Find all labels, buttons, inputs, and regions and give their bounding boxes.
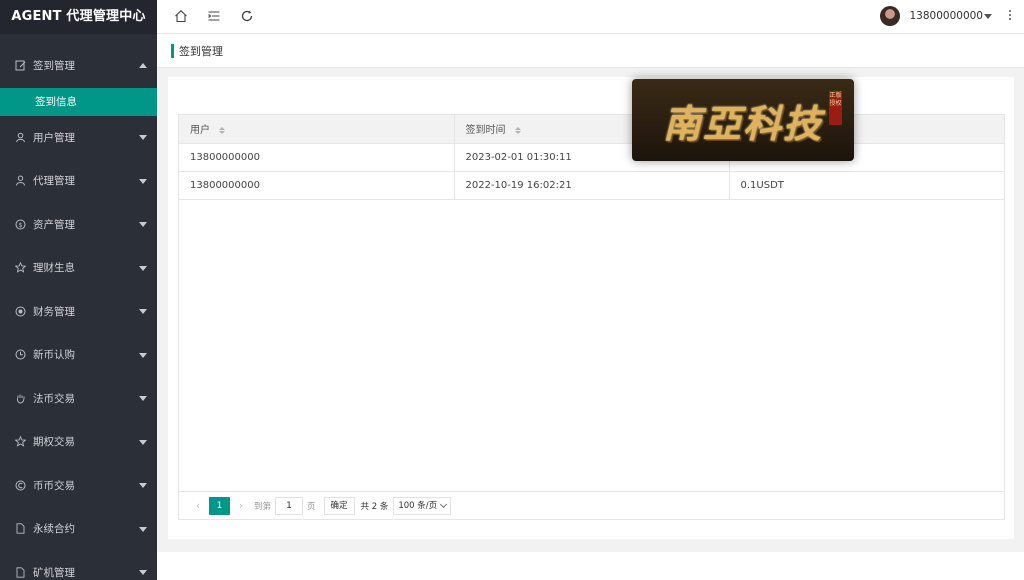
footer-strip	[157, 552, 1024, 580]
cell-user: 13800000000	[179, 171, 455, 200]
chevron-down-icon	[139, 396, 147, 402]
sidebar-item-label: 代理管理	[33, 175, 75, 188]
chevron-down-icon	[440, 500, 448, 508]
avatar	[879, 6, 900, 26]
page-size-value: 100 条/页	[398, 500, 438, 511]
sidebar-item-label: 用户管理	[33, 131, 75, 144]
chevron-down-icon	[139, 526, 147, 532]
chevron-down-icon	[139, 352, 147, 358]
chevron-down-icon	[139, 265, 147, 271]
indent-icon[interactable]	[207, 9, 221, 23]
column-label: 签到时间	[465, 125, 506, 137]
sidebar-item-label: 财务管理	[33, 305, 75, 318]
chevron-down-icon	[139, 570, 147, 576]
sidebar-item-assets[interactable]: $ 资产管理	[0, 203, 157, 247]
target-icon	[14, 305, 26, 317]
sidebar-item-wealth[interactable]: 理财生息	[0, 246, 157, 290]
star-icon	[14, 436, 26, 448]
refresh-icon[interactable]	[240, 9, 254, 23]
svg-text:$: $	[18, 221, 22, 229]
column-header-user[interactable]: 用户	[179, 115, 455, 144]
sidebar-item-label: 永续合约	[33, 523, 75, 536]
watermark-seal: 正版授权	[829, 91, 842, 125]
chevron-down-icon	[139, 135, 147, 141]
sort-icon[interactable]	[514, 126, 521, 134]
cell-reward: 0.1USDT	[729, 171, 1004, 200]
sidebar-subitem-signin-info[interactable]: 签到信息	[0, 87, 157, 116]
sidebar-item-agents[interactable]: 代理管理	[0, 159, 157, 203]
column-label: 用户	[190, 125, 210, 137]
page-title: 签到管理	[179, 44, 223, 58]
breadcrumb-accent-bar	[171, 43, 174, 58]
sidebar-item-signin[interactable]: 签到管理	[0, 44, 157, 88]
sidebar-item-finance[interactable]: 财务管理	[0, 290, 157, 334]
sidebar-item-label: 币币交易	[33, 479, 75, 492]
cell-user: 13800000000	[179, 143, 455, 172]
sidebar-item-label: 理财生息	[33, 262, 75, 275]
cell-time: 2022-10-19 16:02:21	[454, 171, 730, 200]
pagination: ‹ 1 › 到第 1 页 确定 共 2 条 100 条/页	[179, 491, 1004, 519]
prev-page-button[interactable]: ‹	[189, 499, 207, 512]
user-icon	[14, 131, 26, 143]
user-menu[interactable]: 13800000000	[879, 6, 992, 26]
coin-icon	[14, 479, 26, 491]
table-row[interactable]: 13800000000 2023-02-01 01:30:11 0.1USDT	[179, 143, 1004, 172]
sidebar-item-label: 矿机管理	[33, 566, 75, 579]
watermark-text: 南亞科技	[662, 100, 823, 146]
person-icon	[14, 175, 26, 187]
sidebar-item-users[interactable]: 用户管理	[0, 116, 157, 160]
top-header: 13800000000	[157, 0, 1024, 34]
sidebar-nav: 签到管理 签到信息 用户管理 代理管理 $ 资产管理 理财生息 财务管理 新币认…	[0, 34, 157, 580]
sidebar-item-label: 资产管理	[33, 218, 75, 231]
sort-icon[interactable]	[219, 126, 226, 134]
sidebar-item-spot[interactable]: 币币交易	[0, 464, 157, 508]
table-row[interactable]: 13800000000 2022-10-19 16:02:21 0.1USDT	[179, 171, 1004, 200]
star-icon	[14, 262, 26, 274]
page-unit-label: 页	[307, 501, 316, 512]
watermark-logo: 南亞科技 正版授权	[632, 79, 854, 161]
data-table: 用户 签到时间 13800000000 2023-02-01 01:30:11	[178, 114, 1005, 520]
current-page[interactable]: 1	[209, 496, 230, 515]
sidebar-item-mining[interactable]: 矿机管理	[0, 551, 157, 580]
file-icon	[14, 523, 26, 535]
goto-label: 到第	[254, 501, 272, 512]
table-header-row: 用户 签到时间	[179, 115, 1004, 144]
sidebar-item-label: 新币认购	[33, 349, 75, 362]
hand-icon	[14, 392, 26, 404]
sidebar-item-label: 法币交易	[33, 392, 75, 405]
more-vertical-icon[interactable]	[1008, 10, 1012, 24]
sidebar-item-fiat[interactable]: 法币交易	[0, 377, 157, 421]
sidebar-submenu: 签到信息	[0, 87, 157, 116]
home-icon[interactable]	[174, 9, 188, 23]
dollar-icon: $	[14, 218, 26, 230]
caret-down-icon	[984, 13, 992, 19]
sidebar: AGENT 代理管理中心 签到管理 签到信息 用户管理 代理管理 $ 资产管理 …	[0, 0, 157, 580]
total-count: 共 2 条	[360, 501, 389, 512]
edit-icon	[14, 60, 26, 72]
chevron-down-icon	[139, 222, 147, 228]
chevron-up-icon	[139, 62, 147, 68]
sidebar-item-new-coin[interactable]: 新币认购	[0, 333, 157, 377]
chevron-down-icon	[139, 439, 147, 445]
content-card: 用户 签到时间 13800000000 2023-02-01 01:30:11	[168, 77, 1014, 539]
confirm-page-button[interactable]: 确定	[323, 496, 355, 515]
breadcrumb: 签到管理	[157, 34, 1024, 68]
app-title: AGENT 代理管理中心	[0, 0, 157, 34]
page-number-input[interactable]: 1	[275, 496, 304, 515]
next-page-button[interactable]: ›	[232, 499, 250, 512]
chevron-down-icon	[139, 178, 147, 184]
sidebar-item-label: 签到管理	[33, 60, 75, 73]
page-size-select[interactable]: 100 条/页	[393, 496, 452, 515]
sidebar-item-options[interactable]: 期权交易	[0, 420, 157, 464]
chevron-down-icon	[139, 483, 147, 489]
sidebar-item-label: 期权交易	[33, 436, 75, 449]
sidebar-item-perpetual[interactable]: 永续合约	[0, 507, 157, 551]
username: 13800000000	[909, 10, 984, 22]
clock-icon	[14, 349, 26, 361]
file-icon	[14, 566, 26, 578]
chevron-down-icon	[139, 309, 147, 315]
